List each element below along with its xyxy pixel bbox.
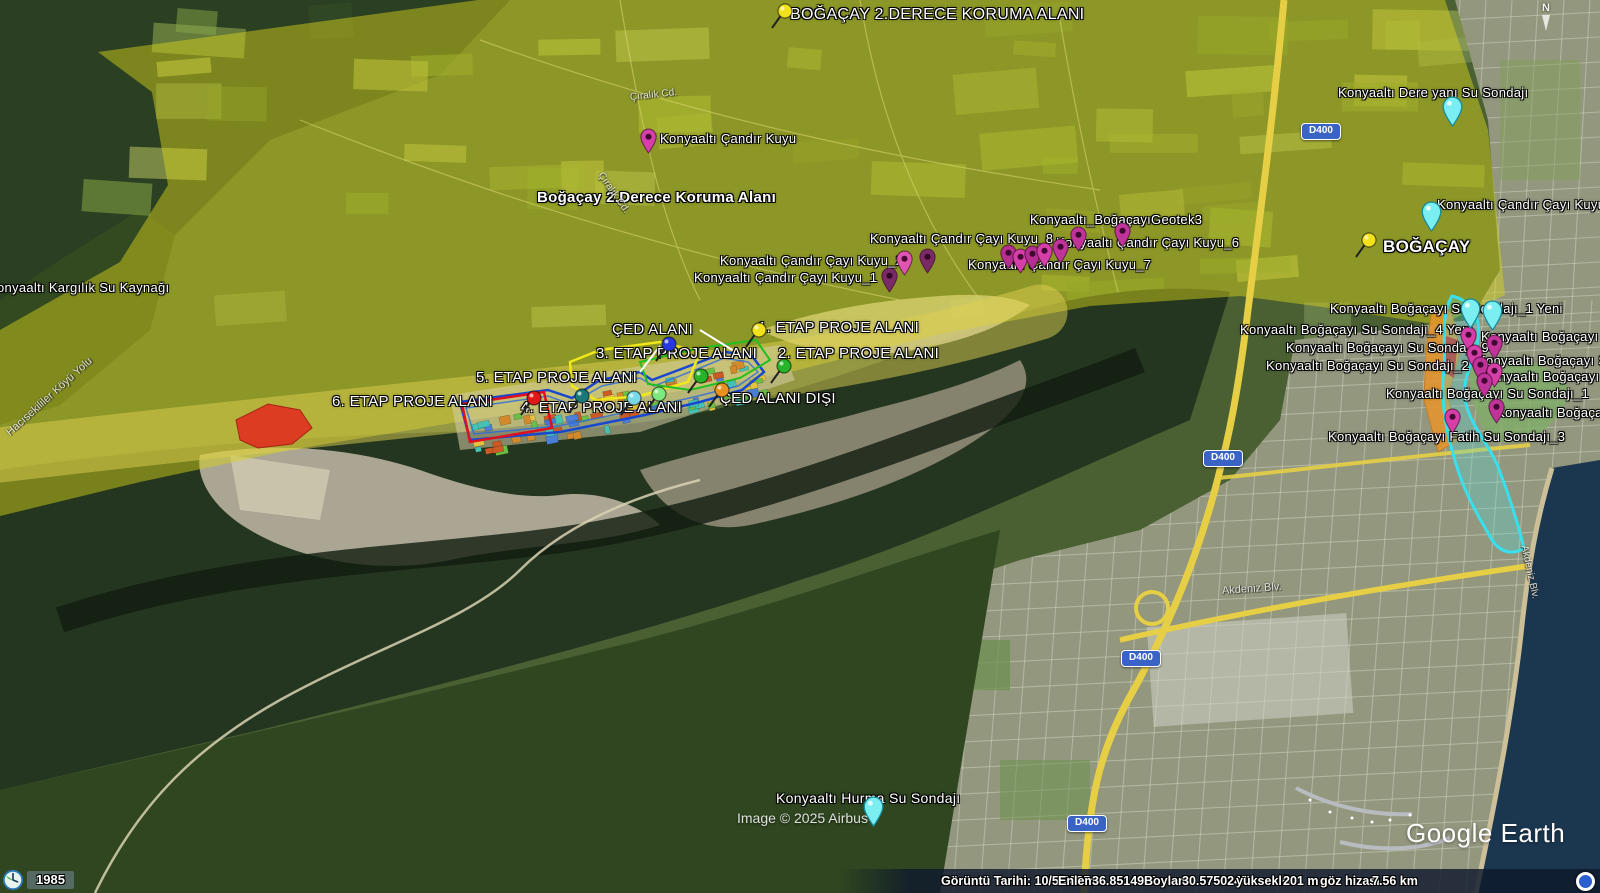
water-well-marker-icon[interactable]: [1441, 96, 1464, 132]
placemark-pin-icon[interactable]: [640, 128, 657, 159]
placemark-pin-icon[interactable]: [1036, 242, 1053, 273]
road-shield-d400: D400: [1203, 450, 1243, 467]
pushpin-marker-icon[interactable]: [565, 388, 591, 420]
status-eye-alt-value: 7.56 km: [1372, 874, 1418, 888]
placemark-label[interactable]: Konyaaltı Çandır Kuyu: [660, 132, 796, 146]
historical-imagery-clock-icon[interactable]: [2, 869, 24, 891]
pushpin-marker-icon[interactable]: [617, 390, 643, 422]
placemark-pin-icon[interactable]: [881, 267, 898, 298]
pushpin-marker-icon[interactable]: [742, 322, 768, 354]
pushpin-marker-icon[interactable]: [767, 358, 793, 390]
placemark-label[interactable]: Konyaaltı Boğaçayı Su Sondajı_2: [1266, 359, 1469, 373]
road-shield-d400: D400: [1067, 815, 1107, 832]
placemark-pin-icon[interactable]: [1114, 222, 1131, 253]
placemark-label[interactable]: Konyaaltı Boğaçayı Su Sondajı_1 Yeni: [1330, 302, 1563, 316]
road-name-label: Hacısekililer Köyü Yolu: [4, 355, 95, 438]
placemark-label[interactable]: 1. ETAP PROJE ALANI: [758, 320, 919, 337]
road-shield-d400: D400: [1301, 123, 1341, 140]
pushpin-marker-icon[interactable]: [1352, 232, 1378, 264]
placemark-pin-icon[interactable]: [896, 250, 913, 281]
status-lat-label: Enlem: [1058, 874, 1096, 888]
road-name-label: Çıralık Cd.: [629, 87, 677, 103]
imagery-attribution: Image © 2025 Airbus: [737, 810, 868, 826]
placemark-label[interactable]: Konyaaltı Çandır Çayı Kuyu_2: [720, 254, 903, 268]
status-elev-value: 201 m: [1283, 874, 1318, 888]
placemark-pin-icon[interactable]: [919, 248, 936, 279]
compass-n-label: N: [1542, 2, 1550, 14]
road-shield-d400: D400: [1121, 650, 1161, 667]
pushpin-marker-icon[interactable]: [768, 3, 794, 35]
placemark-overlay: BOĞAÇAY 2.DERECE KORUMA ALANI Konyaaltı Ç…: [0, 0, 1600, 893]
pushpin-marker-icon[interactable]: [642, 386, 668, 418]
compass-needle-icon: [1542, 15, 1550, 31]
google-earth-viewport[interactable]: BOĞAÇAY 2.DERECE KORUMA ALANI Konyaaltı Ç…: [0, 0, 1600, 893]
placemark-label[interactable]: ÇED ALANI DIŞI: [720, 391, 836, 408]
placemark-pin-icon[interactable]: [1488, 398, 1505, 429]
pushpin-marker-icon[interactable]: [517, 390, 543, 422]
placemark-label[interactable]: 6. ETAP PROJE ALANI: [332, 394, 493, 411]
placemark-label[interactable]: Boğaçay 2.Derece Koruma Alanı: [537, 190, 776, 207]
pushpin-marker-icon[interactable]: [705, 382, 731, 414]
placemark-label[interactable]: 5. ETAP PROJE ALANI: [476, 370, 637, 387]
water-well-marker-icon[interactable]: [1420, 201, 1443, 237]
historical-imagery-year[interactable]: 1985: [27, 871, 74, 889]
road-name-label: Akdeniz Blv.: [1519, 544, 1541, 599]
placemark-label[interactable]: BOĞAÇAY 2.DERECE KORUMA ALANI: [790, 6, 1084, 24]
placemark-label[interactable]: Konyaaltı Çandır Çayı Kuyu_: [1437, 198, 1600, 212]
placemark-pin-icon[interactable]: [1444, 408, 1461, 439]
placemark-label[interactable]: Konyaaltı Kargılık Su Kaynağı: [0, 281, 169, 295]
streaming-indicator-icon: [1576, 872, 1595, 891]
placemark-label[interactable]: Konyaaltı Boğaçayı Su Sondajı_9: [1286, 341, 1489, 355]
pushpin-marker-icon[interactable]: [652, 336, 678, 368]
placemark-label[interactable]: Konyaaltı Boğaça: [1496, 406, 1600, 420]
google-earth-logo: Google Earth: [1406, 818, 1565, 849]
placemark-pin-icon[interactable]: [1070, 226, 1087, 257]
placemark-label[interactable]: Konyaaltı Çandır Çayı Kuyu_1: [694, 271, 877, 285]
placemark-pin-icon[interactable]: [1052, 238, 1069, 269]
placemark-label[interactable]: Konyaaltı Dere yanı Su Sondajı: [1338, 86, 1528, 100]
compass[interactable]: N: [1536, 2, 1556, 31]
placemark-label[interactable]: 2. ETAP PROJE ALANI: [778, 346, 939, 363]
placemark-label[interactable]: BOĞAÇAY: [1383, 238, 1470, 257]
water-well-marker-icon[interactable]: [1481, 300, 1504, 336]
road-name-label: Akdeniz Blv.: [1222, 581, 1282, 597]
water-well-marker-icon[interactable]: [1459, 298, 1482, 334]
status-eye-alt-label: göz hizası: [1320, 874, 1380, 888]
placemark-label[interactable]: Konyaaltı Boğaçayı Su Sondajı_4 Yeni: [1240, 323, 1473, 337]
